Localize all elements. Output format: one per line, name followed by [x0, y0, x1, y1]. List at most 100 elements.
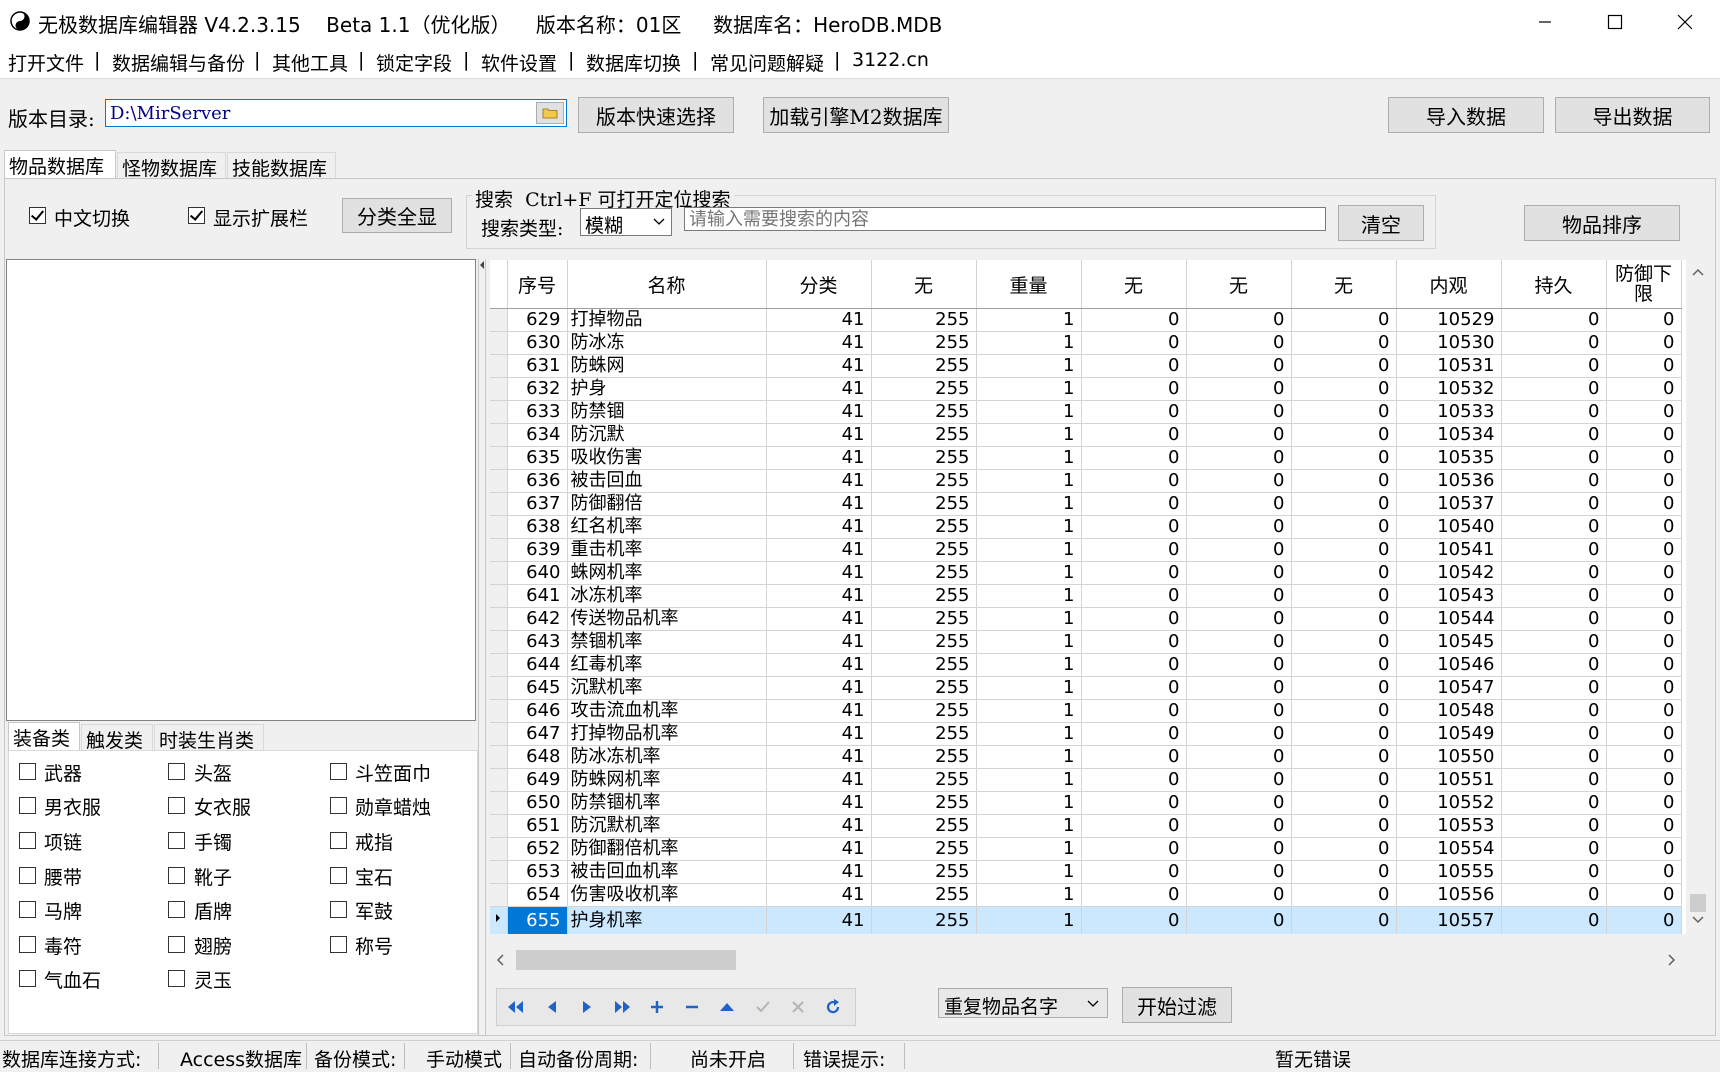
table-cell[interactable]: 0	[1606, 584, 1682, 608]
table-row[interactable]: 640 蛛网机率 41 255 1 0 0 0 10542 0 0	[490, 561, 1682, 585]
tab-monsters-db[interactable]: 怪物数据库	[117, 152, 226, 180]
cell-name[interactable]: 攻击流血机率	[567, 699, 767, 723]
table-cell[interactable]: 0	[1186, 768, 1292, 792]
table-row[interactable]: 629 打掉物品 41 255 1 0 0 0 10529 0 0	[490, 308, 1682, 332]
table-cell[interactable]: 255	[871, 331, 977, 355]
table-cell[interactable]: 10551	[1396, 768, 1502, 792]
table-cell[interactable]: 0	[1291, 745, 1397, 769]
table-cell[interactable]: 0	[1606, 837, 1682, 861]
table-cell[interactable]: 0	[1186, 860, 1292, 884]
table-cell[interactable]: 10535	[1396, 446, 1502, 470]
table-cell[interactable]: 0	[1081, 860, 1187, 884]
table-cell[interactable]: 0	[1081, 768, 1187, 792]
table-cell[interactable]: 0	[1186, 561, 1292, 585]
table-cell[interactable]: 0	[1081, 561, 1187, 585]
table-cell[interactable]: 0	[1606, 423, 1682, 447]
table-cell[interactable]: 10552	[1396, 791, 1502, 815]
table-cell[interactable]: 0	[1501, 837, 1607, 861]
table-cell[interactable]: 0	[1081, 538, 1187, 562]
row-indicator[interactable]	[490, 768, 508, 792]
table-cell[interactable]: 0	[1501, 745, 1607, 769]
table-cell[interactable]: 0	[1291, 584, 1397, 608]
table-cell[interactable]: 0	[1186, 722, 1292, 746]
category-checkbox[interactable]	[19, 797, 36, 814]
category-checkbox[interactable]	[19, 832, 36, 849]
cell-name[interactable]: 被击回血	[567, 469, 767, 493]
table-row[interactable]: 648 防冰冻机率 41 255 1 0 0 0 10550 0 0	[490, 745, 1682, 769]
table-row[interactable]: 642 传送物品机率 41 255 1 0 0 0 10544 0 0	[490, 607, 1682, 631]
column-header[interactable]: 无	[1081, 260, 1187, 309]
category-checkbox[interactable]	[168, 970, 185, 987]
table-row[interactable]: 645 沉默机率 41 255 1 0 0 0 10547 0 0	[490, 676, 1682, 700]
table-cell[interactable]: 642	[507, 607, 568, 631]
menu-website[interactable]: 3122.cn	[852, 49, 929, 71]
table-cell[interactable]: 41	[766, 837, 872, 861]
table-cell[interactable]: 638	[507, 515, 568, 539]
cell-name[interactable]: 防沉默	[567, 423, 767, 447]
table-cell[interactable]: 0	[1501, 308, 1607, 332]
table-cell[interactable]: 41	[766, 377, 872, 401]
table-cell[interactable]: 0	[1081, 515, 1187, 539]
table-cell[interactable]: 41	[766, 492, 872, 516]
table-cell[interactable]: 0	[1606, 607, 1682, 631]
table-cell[interactable]: 0	[1186, 354, 1292, 378]
table-cell[interactable]: 0	[1501, 883, 1607, 907]
data-grid[interactable]: 序号 名称 分类无重量无无无内观 持久 防御下限 629 打掉物品 41 255 1 0 0 0 105…	[490, 260, 1686, 934]
table-row[interactable]: 631 防蛛网 41 255 1 0 0 0 10531 0 0	[490, 354, 1682, 378]
table-cell[interactable]: 41	[766, 515, 872, 539]
table-cell[interactable]: 1	[976, 791, 1082, 815]
insert-record-icon[interactable]	[650, 1000, 664, 1014]
table-cell[interactable]: 636	[507, 469, 568, 493]
table-cell[interactable]: 1	[976, 607, 1082, 631]
table-cell[interactable]: 0	[1291, 400, 1397, 424]
table-cell[interactable]: 41	[766, 768, 872, 792]
table-row[interactable]: 641 冰冻机率 41 255 1 0 0 0 10543 0 0	[490, 584, 1682, 608]
table-cell[interactable]: 0	[1606, 722, 1682, 746]
table-cell[interactable]: 0	[1081, 722, 1187, 746]
table-cell[interactable]: 0	[1291, 814, 1397, 838]
table-row[interactable]: 635 吸收伤害 41 255 1 0 0 0 10535 0 0	[490, 446, 1682, 470]
cell-name[interactable]: 防蛛网机率	[567, 768, 767, 792]
table-cell[interactable]: 0	[1291, 561, 1397, 585]
dir-input[interactable]: D:\MirServer	[105, 99, 567, 127]
table-cell[interactable]: 0	[1291, 630, 1397, 654]
table-cell[interactable]: 1	[976, 722, 1082, 746]
table-cell[interactable]: 10556	[1396, 883, 1502, 907]
table-cell[interactable]: 652	[507, 837, 568, 861]
table-cell[interactable]: 10553	[1396, 814, 1502, 838]
table-cell[interactable]: 643	[507, 630, 568, 654]
row-indicator[interactable]	[490, 515, 508, 539]
table-cell[interactable]: 10542	[1396, 561, 1502, 585]
table-cell[interactable]: 0	[1186, 469, 1292, 493]
table-cell[interactable]: 1	[976, 653, 1082, 677]
table-cell[interactable]: 0	[1081, 814, 1187, 838]
table-cell[interactable]: 41	[766, 607, 872, 631]
table-cell[interactable]: 0	[1081, 607, 1187, 631]
table-cell[interactable]: 0	[1291, 354, 1397, 378]
category-checkbox[interactable]	[19, 970, 36, 987]
table-row[interactable]: 654 伤害吸收机率 41 255 1 0 0 0 10556 0 0	[490, 883, 1682, 907]
cell-name[interactable]: 吸收伤害	[567, 446, 767, 470]
cell-name[interactable]: 传送物品机率	[567, 607, 767, 631]
row-indicator[interactable]	[490, 584, 508, 608]
table-cell[interactable]: 646	[507, 699, 568, 723]
row-indicator[interactable]	[490, 538, 508, 562]
category-checkbox[interactable]	[168, 867, 185, 884]
table-cell[interactable]: 255	[871, 377, 977, 401]
table-cell[interactable]: 0	[1081, 423, 1187, 447]
first-record-icon[interactable]	[507, 1000, 525, 1014]
table-cell[interactable]: 0	[1501, 906, 1607, 934]
table-cell[interactable]: 0	[1606, 860, 1682, 884]
table-row[interactable]: 636 被击回血 41 255 1 0 0 0 10536 0 0	[490, 469, 1682, 493]
column-header[interactable]: 重量	[976, 260, 1082, 309]
row-indicator[interactable]	[490, 791, 508, 815]
table-cell[interactable]: 0	[1081, 446, 1187, 470]
table-row[interactable]: 652 防御翻倍机率 41 255 1 0 0 0 10554 0 0	[490, 837, 1682, 861]
vertical-scroll-thumb[interactable]	[1690, 894, 1706, 912]
table-cell[interactable]: 10541	[1396, 538, 1502, 562]
table-cell[interactable]: 41	[766, 814, 872, 838]
table-cell[interactable]: 41	[766, 860, 872, 884]
cell-name[interactable]: 护身	[567, 377, 767, 401]
table-cell[interactable]: 0	[1291, 515, 1397, 539]
row-indicator[interactable]	[490, 906, 508, 934]
